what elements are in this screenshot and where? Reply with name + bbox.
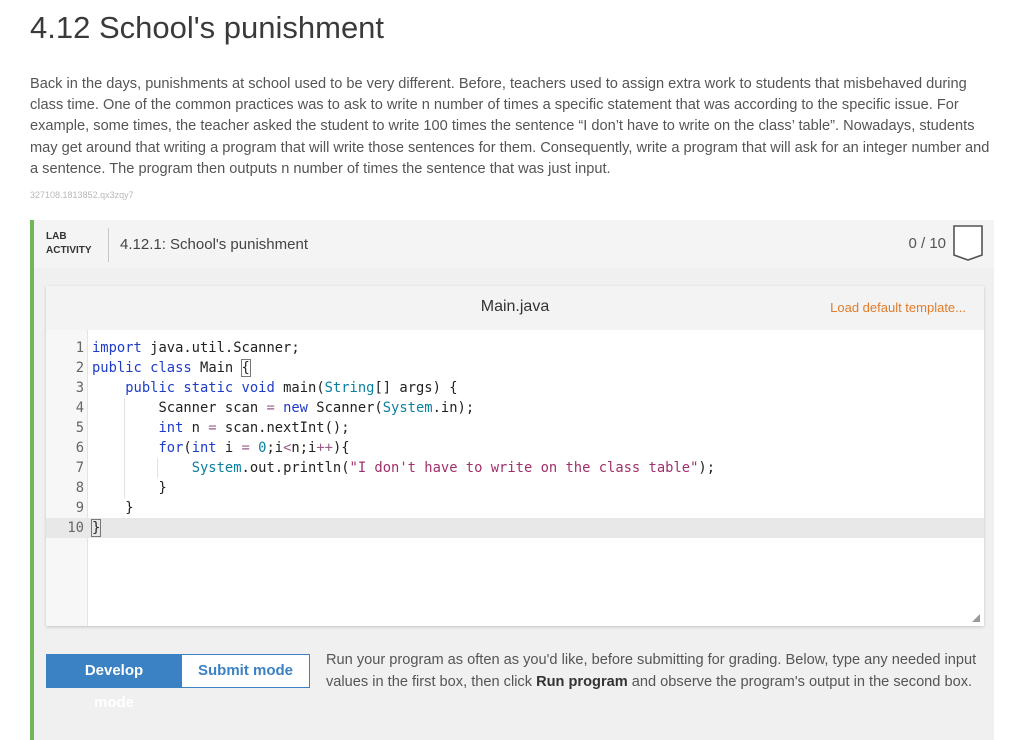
indent-guide [124,418,126,438]
code-line[interactable]: 3 public static void main(String[] args)… [46,378,984,398]
code-text[interactable]: int n = scan.nextInt(); [92,418,349,438]
code-line[interactable]: 9 } [46,498,984,518]
page-title: 4.12 School's punishment [30,10,385,45]
completion-badge-icon [953,225,983,261]
score-display: 0 / 10 [908,235,946,252]
run-program-emphasis: Run program [536,673,628,690]
develop-mode-button[interactable]: Develop mode [46,654,182,711]
code-text[interactable]: Scanner scan = new Scanner(System.in); [92,398,474,418]
indent-guide [124,458,126,478]
section-hash: 327108.1813852.qx3zqy7 [30,190,134,200]
code-editor[interactable]: Main.java Load default template... 1 impo… [46,286,984,626]
submit-mode-button[interactable]: Submit mode [182,654,310,688]
lab-tag-line1: LAB [46,231,67,242]
code-line[interactable]: 4 Scanner scan = new Scanner(System.in); [46,398,984,418]
mode-toggle: Develop mode Submit mode [46,654,310,711]
line-number: 3 [75,380,84,396]
code-text[interactable]: } [92,478,166,498]
code-line[interactable]: 1 import java.util.Scanner; [46,338,984,358]
indent-guide [124,398,126,418]
code-text[interactable]: } [90,518,102,538]
lab-activity-tag: LAB ACTIVITY [46,230,92,258]
lab-header: LAB ACTIVITY 4.12.1: School's punishment… [34,220,994,268]
line-number: 10 [67,520,84,536]
line-number: 9 [75,500,84,516]
code-line[interactable]: 6 for(int i = 0;i<n;i++){ [46,438,984,458]
code-line[interactable]: 2 public class Main { [46,358,984,378]
code-line[interactable]: 8 } [46,478,984,498]
line-number: 1 [75,340,84,356]
load-default-template-link[interactable]: Load default template... [830,300,966,315]
indent-guide [157,458,159,478]
code-text[interactable]: import java.util.Scanner; [92,338,300,358]
lab-tag-line2: ACTIVITY [46,245,92,256]
header-divider [108,228,109,262]
code-text[interactable]: for(int i = 0;i<n;i++){ [92,438,349,458]
problem-description: Back in the days, punishments at school … [30,76,990,177]
indent-guide [124,478,126,498]
code-text[interactable]: public class Main { [92,358,251,378]
code-area[interactable]: 1 import java.util.Scanner; 2 public class … [46,338,984,538]
editor-toolbar: Main.java Load default template... [46,286,984,330]
code-text[interactable]: public static void main(String[] args) { [92,378,457,398]
code-text[interactable]: } [92,498,133,518]
code-line[interactable]: 5 int n = scan.nextInt(); [46,418,984,438]
line-number: 8 [75,480,84,496]
line-number: 5 [75,420,84,436]
code-text[interactable]: System.out.println("I don't have to writ… [92,458,715,478]
line-number: 2 [75,360,84,376]
run-instructions: Run your program as often as you'd like,… [326,650,986,693]
lab-name: 4.12.1: School's punishment [120,236,308,253]
line-number: 6 [75,440,84,456]
indent-guide [124,438,126,458]
lab-activity-panel: LAB ACTIVITY 4.12.1: School's punishment… [30,220,994,740]
line-number: 4 [75,400,84,416]
resize-handle-icon[interactable] [972,614,980,622]
line-number: 7 [75,460,84,476]
code-line[interactable]: 7 System.out.println("I don't have to wr… [46,458,984,478]
code-line[interactable]: 10} [46,518,984,538]
instructions-text-2: and observe the program's output in the … [627,673,973,690]
